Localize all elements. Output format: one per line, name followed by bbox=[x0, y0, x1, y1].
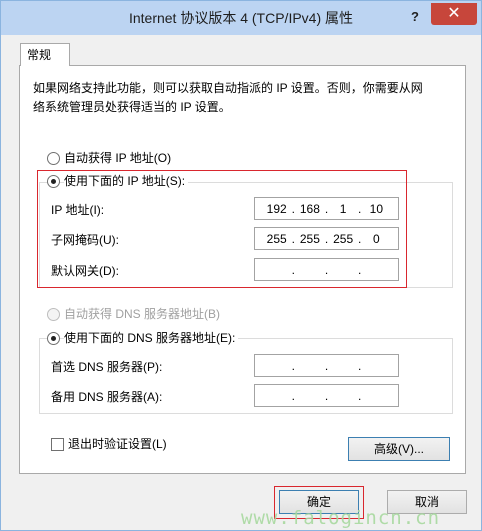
alternate-dns-label: 备用 DNS 服务器(A): bbox=[51, 390, 163, 404]
auto-dns-radio[interactable] bbox=[47, 308, 60, 321]
tab-general[interactable]: 常规 bbox=[20, 43, 70, 66]
close-button[interactable]: ✕ bbox=[431, 3, 477, 25]
ip-settings-highlight bbox=[37, 170, 407, 288]
octet-separator: . bbox=[324, 358, 329, 373]
description-line-2: 络系统管理员处获得适当的 IP 设置。 bbox=[33, 100, 231, 114]
preferred-dns-input[interactable]: . . . bbox=[254, 354, 399, 377]
octet-separator: . bbox=[324, 388, 329, 403]
preferred-dns-label: 首选 DNS 服务器(P): bbox=[51, 360, 163, 374]
advanced-button[interactable]: 高级(V)... bbox=[348, 437, 450, 461]
auto-dns-label[interactable]: 自动获得 DNS 服务器地址(B) bbox=[64, 306, 220, 322]
dialog-window: Internet 协议版本 4 (TCP/IPv4) 属性 ? ✕ 常规 如果网… bbox=[0, 0, 482, 531]
description-line-1: 如果网络支持此功能，则可以获取自动指派的 IP 设置。否则，你需要从网 bbox=[33, 81, 423, 95]
watermark: www.falogincn.cn bbox=[241, 507, 441, 529]
alternate-dns-input[interactable]: . . . bbox=[254, 384, 399, 407]
octet-separator: . bbox=[358, 388, 362, 403]
manual-dns-radio[interactable] bbox=[47, 332, 60, 345]
auto-ip-radio[interactable] bbox=[47, 152, 60, 165]
description-text: 如果网络支持此功能，则可以获取自动指派的 IP 设置。否则，你需要从网 络系统管… bbox=[33, 79, 453, 117]
octet-separator: . bbox=[358, 358, 362, 373]
auto-ip-label[interactable]: 自动获得 IP 地址(O) bbox=[64, 150, 171, 166]
octet-separator: . bbox=[291, 358, 295, 373]
help-button[interactable]: ? bbox=[405, 7, 425, 27]
manual-dns-label[interactable]: 使用下面的 DNS 服务器地址(E): bbox=[64, 330, 239, 346]
validate-on-exit-checkbox[interactable] bbox=[51, 438, 64, 451]
title-bar[interactable]: Internet 协议版本 4 (TCP/IPv4) 属性 ? ✕ bbox=[1, 1, 481, 35]
validate-on-exit-label[interactable]: 退出时验证设置(L) bbox=[68, 436, 167, 452]
octet-separator: . bbox=[291, 388, 295, 403]
